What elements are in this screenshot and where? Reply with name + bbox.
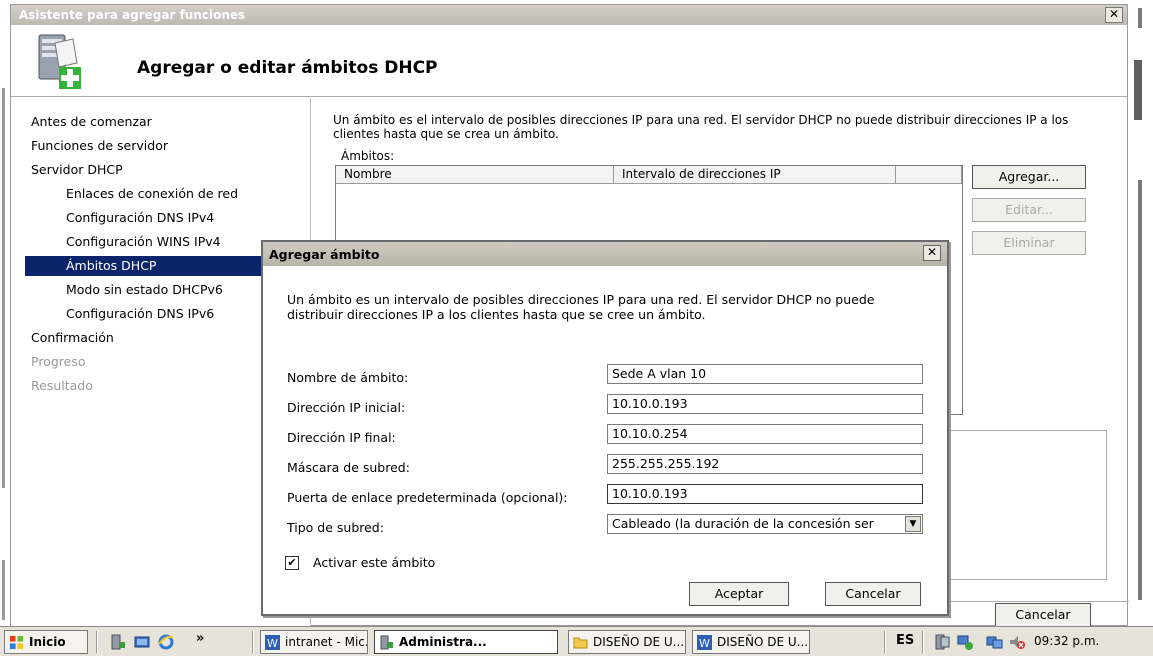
nav-step-progreso: Progreso [31,354,86,369]
edit-scope-button[interactable]: Editar... [972,198,1086,222]
scope-intro-text: Un ámbito es el intervalo de posibles di… [333,113,1069,141]
svg-text:W: W [699,637,710,650]
dialog-title: Agregar ámbito [269,247,380,262]
close-icon[interactable]: ✕ [1105,7,1123,23]
server-manager-quicklaunch-icon[interactable] [110,634,126,650]
nav-step-enlaces-conexion[interactable]: Enlaces de conexión de red [66,184,238,204]
page-title: Agregar o editar ámbitos DHCP [137,58,438,78]
taskbar-item-label: intranet - Mic... [285,635,368,649]
taskbar: Inicio » W intranet - Mic... Administra.… [0,626,1153,656]
scope-name-label: Nombre de ámbito: [287,370,409,385]
internet-explorer-icon[interactable] [158,634,174,650]
close-icon[interactable]: ✕ [923,245,941,261]
delete-scope-button[interactable]: Eliminar [972,231,1086,255]
nav-step-dns-ipv6[interactable]: Configuración DNS IPv6 [66,304,214,324]
default-gateway-input[interactable]: 10.10.0.193 [607,484,923,504]
nav-step-wins-ipv4[interactable]: Configuración WINS IPv4 [66,232,221,252]
scopes-list-label: Ámbitos: [341,149,395,163]
activate-scope-checkbox[interactable]: ✔ [285,556,299,570]
wizard-title-bar[interactable]: Asistente para agregar funciones ✕ [11,5,1127,25]
column-header-empty[interactable] [896,166,962,184]
subnet-mask-label: Máscara de subred: [287,460,410,475]
subnet-type-value: Cableado (la duración de la concesión se… [612,516,874,531]
scope-name-input[interactable]: Sede A vlan 10 [607,364,923,384]
quicklaunch-overflow-icon[interactable]: » [196,631,204,646]
ok-button[interactable]: Aceptar [689,582,789,606]
volume-muted-icon[interactable] [1008,633,1026,651]
server-add-icon [38,34,81,89]
subnet-type-label: Tipo de subred: [287,520,384,535]
column-header-nombre[interactable]: Nombre [336,166,614,184]
taskbar-item-label: Administra... [399,635,487,649]
chevron-down-icon[interactable]: ▼ [905,516,921,532]
dialog-description: Un ámbito es un intervalo de posibles di… [287,292,875,322]
server-tray-icon[interactable] [934,633,952,651]
nav-step-funciones-de-servidor[interactable]: Funciones de servidor [31,136,168,156]
svg-text:W: W [267,637,278,650]
start-button[interactable]: Inicio [4,630,88,654]
taskbar-item-diseno-folder[interactable]: DISEÑO DE U... [568,630,686,654]
background-window-edge [0,0,10,626]
connection-tray-icon[interactable] [986,633,1004,651]
scope-details-panel [945,430,1107,580]
nav-step-confirmacion[interactable]: Confirmación [31,328,114,348]
add-scope-button[interactable]: Agregar... [972,165,1086,189]
add-scope-dialog: Agregar ámbito ✕ Un ámbito es un interva… [261,240,949,616]
taskbar-separator [252,631,254,653]
start-ip-input[interactable]: 10.10.0.193 [607,394,923,414]
end-ip-label: Dirección IP final: [287,430,396,445]
taskbar-separator [922,631,924,653]
activate-scope-label[interactable]: Activar este ámbito [313,555,435,570]
taskbar-item-label: DISEÑO DE U... [593,635,685,649]
taskbar-item-administrador[interactable]: Administra... [374,630,558,654]
dialog-cancel-button[interactable]: Cancelar [825,582,921,606]
show-desktop-icon[interactable] [134,634,150,650]
default-gateway-label: Puerta de enlace predeterminada (opciona… [287,490,568,505]
taskbar-item-intranet[interactable]: W intranet - Mic... [260,630,368,654]
taskbar-item-label: DISEÑO DE U... [717,635,809,649]
column-header-intervalo[interactable]: Intervalo de direcciones IP [614,166,896,184]
word-icon: W [697,635,712,650]
taskbar-separator [884,631,886,653]
start-label: Inicio [29,635,66,649]
nav-step-resultado: Resultado [31,378,93,393]
folder-icon [573,637,588,649]
wizard-title: Asistente para agregar funciones [19,8,246,22]
end-ip-input[interactable]: 10.10.0.254 [607,424,923,444]
dialog-title-bar[interactable]: Agregar ámbito ✕ [263,242,947,266]
wizard-header: Agregar o editar ámbitos DHCP [11,25,1127,97]
network-tray-icon[interactable] [956,633,974,651]
word-icon: W [265,635,280,650]
taskbar-item-diseno-word[interactable]: W DISEÑO DE U... [692,630,810,654]
nav-step-servidor-dhcp[interactable]: Servidor DHCP [31,160,123,180]
language-indicator[interactable]: ES [896,633,914,648]
wizard-cancel-button[interactable]: Cancelar [995,603,1091,627]
subnet-mask-input[interactable]: 255.255.255.192 [607,454,923,474]
subnet-type-select[interactable]: Cableado (la duración de la concesión se… [607,514,923,534]
taskbar-separator [96,631,98,653]
nav-step-dhcpv6-stateless[interactable]: Modo sin estado DHCPv6 [66,280,223,300]
nav-step-antes-de-comenzar[interactable]: Antes de comenzar [31,112,152,132]
background-scrollbar[interactable] [1130,0,1153,626]
server-manager-icon [380,635,393,650]
clock[interactable]: 09:32 p.m. [1034,634,1099,648]
nav-step-dns-ipv4[interactable]: Configuración DNS IPv4 [66,208,214,228]
start-ip-label: Dirección IP inicial: [287,400,406,415]
windows-flag-icon [9,635,24,650]
